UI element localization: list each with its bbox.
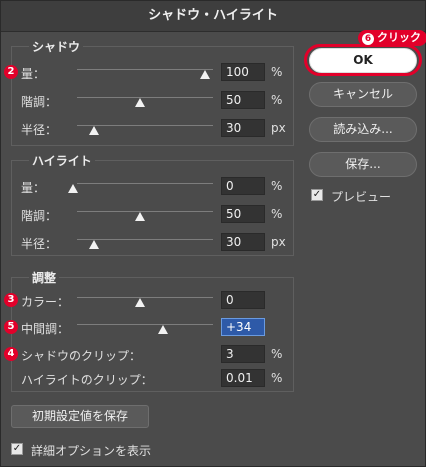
highlight-radius-label: 半径： bbox=[21, 237, 58, 251]
highlight-amount-slider-track[interactable] bbox=[77, 183, 213, 184]
highlight-tone-label: 階調： bbox=[21, 209, 58, 223]
adjust-group-title: 調整 bbox=[29, 269, 60, 286]
highlight-tone-slider-thumb[interactable] bbox=[135, 212, 145, 221]
preview-label: プレビュー bbox=[331, 190, 392, 204]
highlight-clip-unit: % bbox=[271, 371, 283, 385]
save-button[interactable]: 保存... bbox=[309, 152, 417, 177]
shadow-tone-unit: % bbox=[271, 93, 283, 107]
midtone-slider-track[interactable] bbox=[77, 324, 213, 325]
shadow-tone-slider-thumb[interactable] bbox=[135, 98, 145, 107]
shadow-radius-slider-thumb[interactable] bbox=[89, 126, 99, 135]
ok-button[interactable]: OK bbox=[309, 48, 417, 73]
save-defaults-button[interactable]: 初期設定値を保存 bbox=[11, 405, 149, 428]
shadow-amount-slider-thumb[interactable] bbox=[200, 70, 210, 79]
highlight-clip-label: ハイライトのクリップ： bbox=[21, 373, 153, 387]
highlight-radius-unit: px bbox=[271, 235, 286, 249]
callout-text: クリック bbox=[377, 31, 421, 44]
annotation-badge-4: 4 bbox=[4, 347, 18, 361]
shadow-tone-label: 階調： bbox=[21, 95, 58, 109]
highlight-radius-slider-thumb[interactable] bbox=[89, 240, 99, 249]
highlight-clip-input[interactable]: 0.01 bbox=[221, 369, 265, 387]
cancel-button[interactable]: キャンセル bbox=[309, 82, 417, 107]
shadow-tone-slider-track[interactable] bbox=[77, 97, 213, 98]
shadow-radius-label: 半径： bbox=[21, 123, 58, 137]
dialog-title: シャドウ・ハイライト bbox=[1, 1, 425, 32]
click-callout: 6 クリック bbox=[358, 30, 426, 46]
highlight-radius-input[interactable]: 30 bbox=[221, 233, 265, 251]
shadow-clip-input[interactable]: 3 bbox=[221, 345, 265, 363]
shadows-highlights-dialog: シャドウ・ハイライト シャドウ 2 量： 100 % 階調： 50 % 半径： … bbox=[0, 0, 426, 467]
preview-checkbox[interactable]: ✓ bbox=[311, 189, 323, 201]
midtone-label: 中間調： bbox=[21, 322, 70, 336]
shadow-amount-unit: % bbox=[271, 65, 283, 79]
highlight-amount-label: 量： bbox=[21, 181, 46, 195]
color-slider-thumb[interactable] bbox=[135, 298, 145, 307]
callout-number: 6 bbox=[362, 33, 374, 45]
highlight-tone-unit: % bbox=[271, 207, 283, 221]
annotation-badge-5: 5 bbox=[4, 320, 18, 334]
shadow-radius-input[interactable]: 30 bbox=[221, 119, 265, 137]
highlight-amount-slider-thumb[interactable] bbox=[68, 184, 78, 193]
highlight-tone-slider-track[interactable] bbox=[77, 211, 213, 212]
shadow-clip-unit: % bbox=[271, 347, 283, 361]
load-button[interactable]: 読み込み... bbox=[309, 117, 417, 142]
color-input[interactable]: 0 bbox=[221, 291, 265, 309]
shadow-clip-label: シャドウのクリップ： bbox=[21, 349, 142, 363]
highlight-amount-unit: % bbox=[271, 179, 283, 193]
more-options-checkbox[interactable]: ✓ bbox=[11, 443, 23, 455]
color-label: カラー： bbox=[21, 295, 70, 309]
highlight-amount-input[interactable]: 0 bbox=[221, 177, 265, 195]
highlight-group-title: ハイライト bbox=[29, 152, 95, 169]
shadow-amount-slider-track[interactable] bbox=[77, 69, 213, 70]
more-options-label: 詳細オプションを表示 bbox=[31, 444, 152, 458]
color-slider-track[interactable] bbox=[77, 297, 213, 298]
annotation-badge-2: 2 bbox=[4, 65, 18, 79]
midtone-slider-thumb[interactable] bbox=[158, 325, 168, 334]
midtone-input[interactable]: +34 bbox=[221, 318, 265, 336]
shadow-group-title: シャドウ bbox=[29, 38, 84, 55]
shadow-amount-label: 量： bbox=[21, 67, 46, 81]
shadow-tone-input[interactable]: 50 bbox=[221, 91, 265, 109]
shadow-radius-unit: px bbox=[271, 121, 286, 135]
annotation-badge-3: 3 bbox=[4, 293, 18, 307]
shadow-amount-input[interactable]: 100 bbox=[221, 63, 265, 81]
highlight-tone-input[interactable]: 50 bbox=[221, 205, 265, 223]
